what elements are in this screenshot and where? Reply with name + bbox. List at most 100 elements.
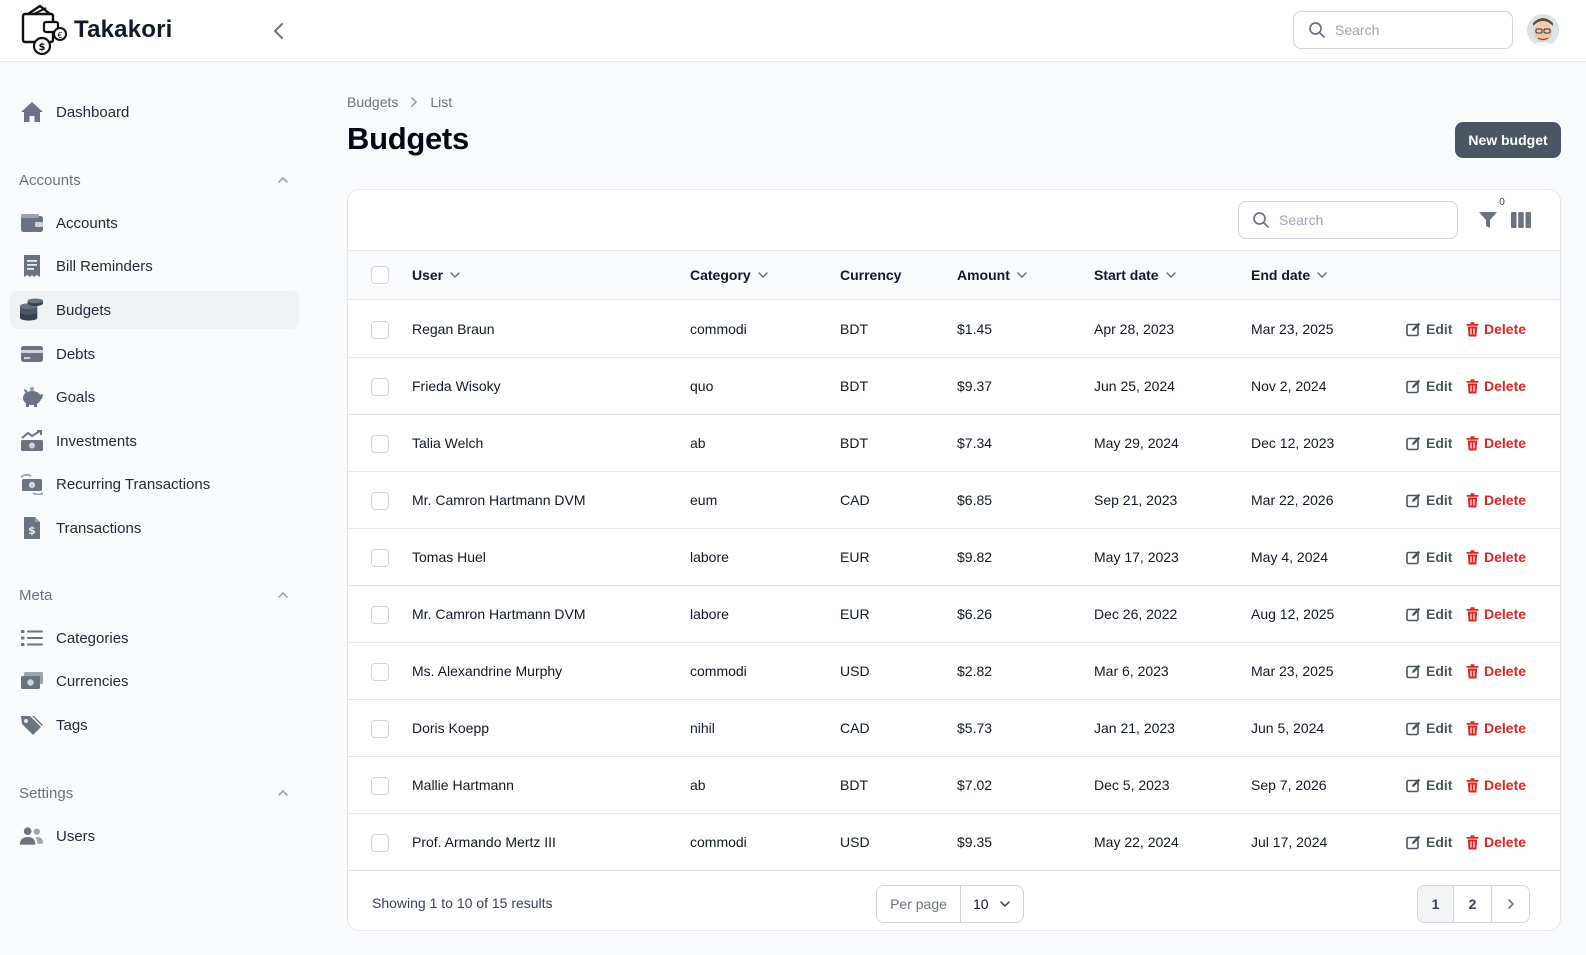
delete-button[interactable]: Delete: [1466, 700, 1526, 756]
sidebar-item-label: Currencies: [56, 672, 129, 690]
delete-button[interactable]: Delete: [1466, 415, 1526, 471]
row-checkbox[interactable]: [371, 606, 389, 624]
table-search[interactable]: [1238, 201, 1458, 239]
edit-button[interactable]: Edit: [1406, 415, 1452, 471]
column-header-category[interactable]: Category: [690, 251, 769, 299]
delete-button[interactable]: Delete: [1466, 643, 1526, 699]
trash-icon: [1466, 834, 1479, 849]
row-checkbox[interactable]: [371, 321, 389, 339]
chevron-right-icon: [411, 97, 418, 107]
cell-start: Dec 5, 2023: [1094, 777, 1170, 793]
edit-label: Edit: [1426, 606, 1453, 622]
document-dollar-icon: $: [19, 516, 44, 541]
cell-category: labore: [690, 549, 729, 565]
column-header-end-date[interactable]: End date: [1251, 251, 1328, 299]
sidebar-item-goals[interactable]: Goals: [10, 378, 299, 416]
cell-currency: BDT: [840, 321, 868, 337]
new-budget-button[interactable]: New budget: [1455, 122, 1561, 158]
sidebar-item-bill-reminders[interactable]: Bill Reminders: [10, 247, 299, 285]
delete-button[interactable]: Delete: [1466, 529, 1526, 585]
delete-button[interactable]: Delete: [1466, 757, 1526, 813]
next-page-button[interactable]: [1492, 886, 1529, 922]
sidebar-item-currencies[interactable]: Currencies: [10, 662, 299, 700]
column-label: Currency: [840, 267, 902, 283]
sidebar-item-accounts[interactable]: Accounts: [10, 204, 299, 242]
delete-button[interactable]: Delete: [1466, 586, 1526, 642]
column-header-amount[interactable]: Amount: [957, 251, 1028, 299]
delete-button[interactable]: Delete: [1466, 814, 1526, 870]
chart-money-icon: [19, 429, 44, 454]
chevron-right-icon: [1507, 899, 1514, 909]
select-all-checkbox[interactable]: [371, 266, 389, 284]
nav-group-settings[interactable]: Settings: [19, 781, 289, 805]
edit-button[interactable]: Edit: [1406, 643, 1452, 699]
edit-icon: [1406, 493, 1421, 507]
nav-group-accounts[interactable]: Accounts: [19, 168, 289, 192]
edit-button[interactable]: Edit: [1406, 472, 1452, 528]
sidebar-item-investments[interactable]: Investments: [10, 422, 299, 460]
edit-button[interactable]: Edit: [1406, 301, 1452, 357]
row-checkbox[interactable]: [371, 720, 389, 738]
search-icon: [1309, 22, 1325, 38]
sidebar-item-categories[interactable]: Categories: [10, 619, 299, 657]
app-logo[interactable]: € $ Takakori: [20, 4, 173, 56]
global-search[interactable]: [1293, 11, 1513, 49]
collapse-sidebar-button[interactable]: [266, 18, 292, 44]
delete-button[interactable]: Delete: [1466, 472, 1526, 528]
global-search-input[interactable]: [1335, 22, 1495, 38]
page-1-button[interactable]: 1: [1418, 886, 1454, 922]
cell-start: Apr 28, 2023: [1094, 321, 1175, 337]
delete-label: Delete: [1484, 435, 1527, 451]
sidebar-item-users[interactable]: Users: [10, 817, 299, 855]
table-row: Doris Koepp nihil CAD $5.73 Jan 21, 2023 Jun …: [348, 700, 1560, 757]
sidebar-item-tags[interactable]: Tags: [10, 706, 299, 744]
credit-card-icon: [19, 342, 44, 367]
sidebar-item-transactions[interactable]: $ Transactions: [10, 509, 299, 547]
search-icon: [1253, 212, 1269, 228]
user-avatar[interactable]: [1527, 14, 1559, 46]
column-header-user[interactable]: User: [412, 251, 461, 299]
row-checkbox[interactable]: [371, 777, 389, 795]
edit-button[interactable]: Edit: [1406, 358, 1452, 414]
breadcrumb-list[interactable]: List: [430, 94, 452, 110]
cell-amount: $5.73: [957, 720, 993, 736]
row-checkbox[interactable]: [371, 834, 389, 852]
edit-icon: [1406, 664, 1421, 678]
edit-button[interactable]: Edit: [1406, 757, 1452, 813]
cell-currency: USD: [840, 663, 870, 679]
row-checkbox[interactable]: [371, 549, 389, 567]
per-page-label: Per page: [877, 886, 961, 922]
edit-button[interactable]: Edit: [1406, 586, 1452, 642]
cell-amount: $1.45: [957, 321, 993, 337]
row-checkbox[interactable]: [371, 435, 389, 453]
cell-category: commodi: [690, 834, 747, 850]
row-checkbox[interactable]: [371, 663, 389, 681]
edit-button[interactable]: Edit: [1406, 814, 1452, 870]
chevron-down-icon: [1000, 901, 1010, 908]
sidebar-item-label: Dashboard: [56, 103, 130, 121]
table-search-input[interactable]: [1279, 212, 1439, 228]
cell-user: Frieda Wisoky: [412, 378, 501, 394]
delete-button[interactable]: Delete: [1466, 301, 1526, 357]
page-2-button[interactable]: 2: [1454, 886, 1492, 922]
edit-label: Edit: [1426, 663, 1453, 679]
edit-button[interactable]: Edit: [1406, 529, 1452, 585]
edit-button[interactable]: Edit: [1406, 700, 1452, 756]
edit-icon: [1406, 835, 1421, 849]
filter-icon[interactable]: [1478, 210, 1498, 230]
breadcrumb-budgets[interactable]: Budgets: [347, 94, 398, 110]
delete-button[interactable]: Delete: [1466, 358, 1526, 414]
cell-user: Regan Braun: [412, 321, 495, 337]
nav-group-meta[interactable]: Meta: [19, 583, 289, 607]
sidebar-item-dashboard[interactable]: Dashboard: [10, 93, 299, 131]
column-header-start-date[interactable]: Start date: [1094, 251, 1177, 299]
per-page-select[interactable]: 10: [961, 886, 1023, 922]
row-checkbox[interactable]: [371, 492, 389, 510]
sidebar-item-debts[interactable]: Debts: [10, 335, 299, 373]
sidebar-item-budgets[interactable]: Budgets: [10, 291, 299, 329]
cell-user: Mr. Camron Hartmann DVM: [412, 492, 586, 508]
row-checkbox[interactable]: [371, 378, 389, 396]
sidebar-item-recurring-transactions[interactable]: Recurring Transactions: [10, 465, 299, 503]
columns-icon[interactable]: [1510, 210, 1532, 230]
cell-category: commodi: [690, 663, 747, 679]
